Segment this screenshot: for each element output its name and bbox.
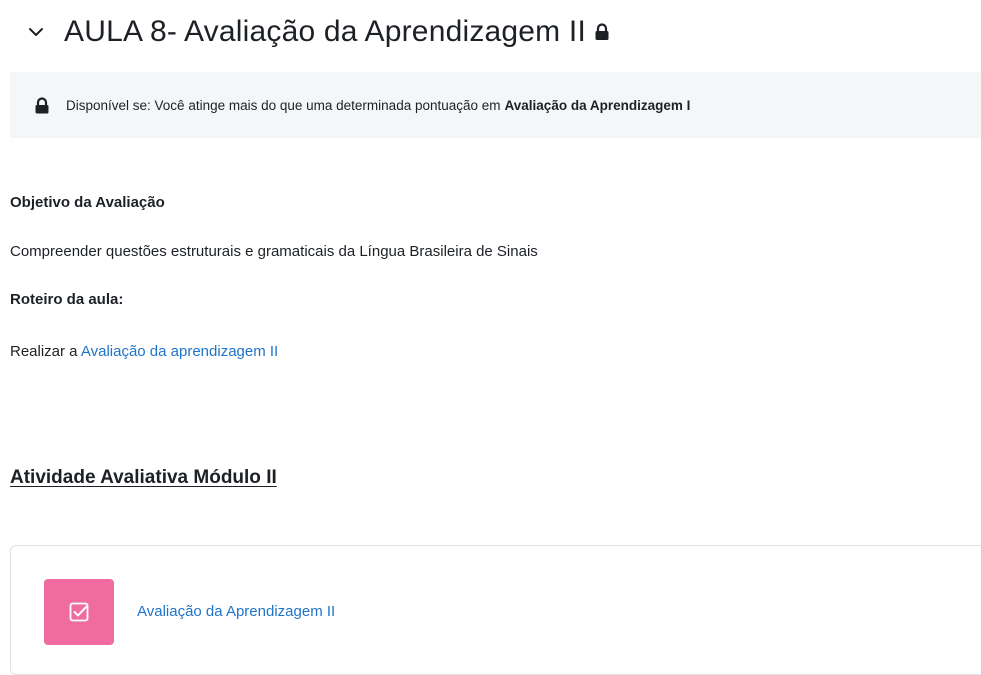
objective-text: Compreender questões estruturais e grama… <box>10 243 538 260</box>
chevron-down-icon[interactable] <box>28 22 48 42</box>
activity-card: Avaliação da Aprendizagem II <box>10 545 981 675</box>
activity-link[interactable]: Avaliação da Aprendizagem II <box>137 603 335 620</box>
lock-icon <box>594 23 610 41</box>
script-prefix: Realizar a <box>10 343 78 360</box>
assessment-link[interactable]: Avaliação da aprendizagem II <box>81 343 278 360</box>
availability-text: Disponível se: Você atinge mais do que u… <box>66 98 690 113</box>
module-heading: Atividade Avaliativa Módulo II <box>10 467 277 488</box>
objective-heading: Objetivo da Avaliação <box>10 194 165 211</box>
section-header: AULA 8- Avaliação da Aprendizagem II <box>28 10 610 54</box>
script-text: Realizar a Avaliação da aprendizagem II <box>10 343 278 360</box>
quiz-checkbox-icon[interactable] <box>44 579 114 645</box>
availability-target: Avaliação da Aprendizagem I <box>504 97 691 113</box>
lock-icon <box>34 96 50 114</box>
script-heading: Roteiro da aula: <box>10 291 124 308</box>
section-title: AULA 8- Avaliação da Aprendizagem II <box>64 15 586 48</box>
availability-restriction: Disponível se: Você atinge mais do que u… <box>10 72 981 138</box>
availability-prefix: Disponível se: Você atinge mais do que u… <box>66 97 501 113</box>
